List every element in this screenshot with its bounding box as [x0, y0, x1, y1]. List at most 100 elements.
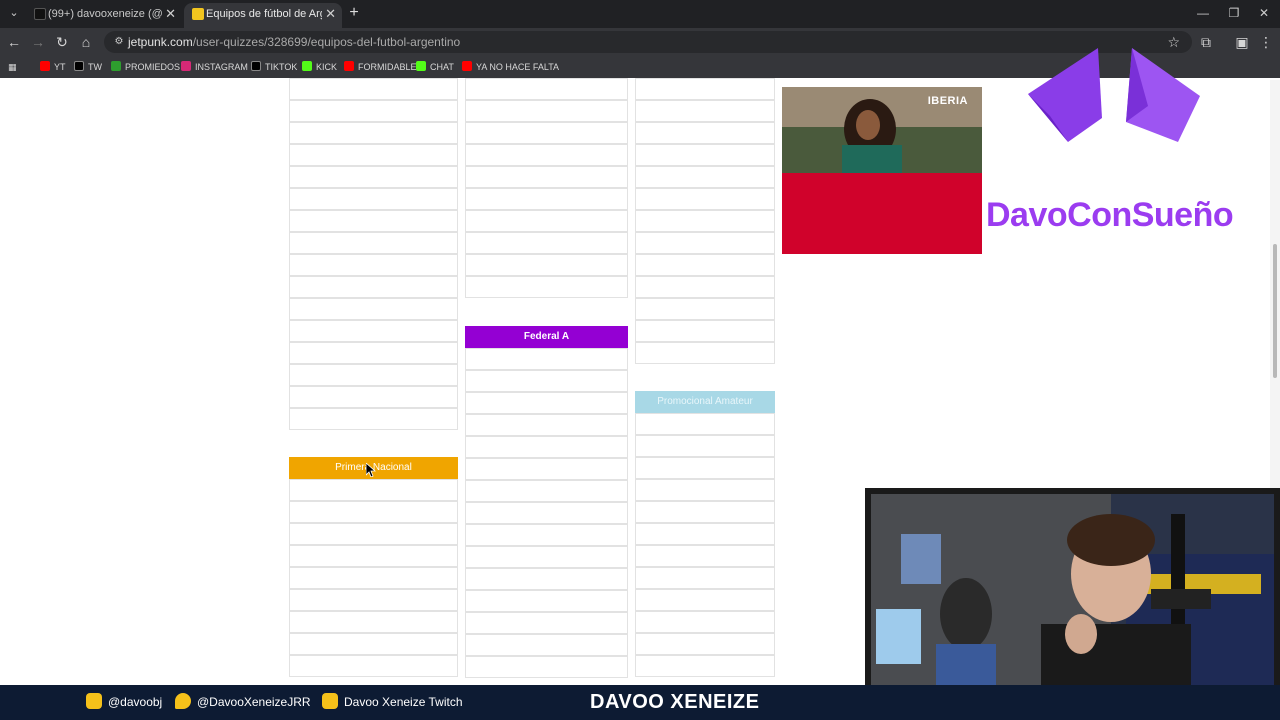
back-button[interactable]: ← — [4, 32, 24, 52]
bookmark-promiedos[interactable]: PROMIEDOS — [111, 59, 180, 75]
tiktok-icon — [251, 61, 261, 71]
answer-slot — [289, 633, 458, 655]
answer-slot — [465, 656, 628, 678]
bookmark-formidable[interactable]: FORMIDABLE — [344, 59, 417, 75]
footer-brand: DAVOO XENEIZE — [590, 691, 760, 713]
answer-slot — [465, 348, 628, 370]
youtube-icon — [40, 61, 50, 71]
answer-slot — [465, 78, 628, 100]
answer-slot — [289, 166, 458, 188]
bookmark-ya-no-hace-falta[interactable]: YA NO HACE FALTA — [462, 59, 559, 75]
answer-slot — [289, 655, 458, 677]
forward-button[interactable]: → — [28, 32, 48, 52]
youtube-icon — [344, 61, 354, 71]
answer-slot — [635, 122, 775, 144]
quiz-column-promocional-amateur — [635, 78, 775, 685]
tab-tiktok[interactable]: (99+) davooxeneize (@davooxeneize) ✕ — [26, 3, 182, 28]
minimize-window-button[interactable]: — — [1188, 3, 1218, 23]
answer-slot — [465, 100, 628, 122]
answer-slot — [635, 254, 775, 276]
new-tab-button[interactable]: + — [346, 4, 362, 22]
answer-slot — [465, 480, 628, 502]
answer-slot — [465, 144, 628, 166]
answer-slot — [289, 78, 458, 100]
reload-button[interactable]: ↻ — [52, 32, 72, 52]
answer-slot — [635, 78, 775, 100]
mouse-cursor-icon — [366, 463, 376, 477]
bookmark-chat[interactable]: CHAT — [416, 59, 454, 75]
answer-slot — [635, 320, 775, 342]
url-text[interactable]: jetpunk.com/user-quizzes/328699/equipos-… — [128, 31, 460, 53]
answer-slot — [289, 545, 458, 567]
answer-slot — [465, 590, 628, 612]
answer-slot — [635, 232, 775, 254]
answer-slot — [289, 589, 458, 611]
footer-instagram: @davoobj — [86, 685, 162, 720]
answer-slot — [465, 210, 628, 232]
answer-slot — [635, 567, 775, 589]
bookmark-instagram[interactable]: INSTAGRAM — [181, 59, 248, 75]
answer-slot — [289, 523, 458, 545]
tab-jetpunk[interactable]: Equipos de fútbol de Argentina ✕ — [184, 3, 342, 28]
answer-slot — [465, 502, 628, 524]
bookmark-kick[interactable]: KICK — [302, 59, 337, 75]
ad-brand: IBERIA — [927, 95, 968, 107]
answer-slot — [289, 567, 458, 589]
answer-slot — [635, 298, 775, 320]
answer-slot — [465, 254, 628, 276]
home-button[interactable]: ⌂ — [76, 32, 96, 52]
jetpunk-favicon-icon — [192, 8, 204, 20]
answer-slot — [635, 523, 775, 545]
tab-search-icon[interactable]: ⌄ — [6, 5, 22, 21]
answer-slot — [635, 479, 775, 501]
tab-title: Equipos de fútbol de Argentina — [206, 8, 322, 20]
scrollbar-thumb[interactable] — [1273, 244, 1277, 378]
answer-slot — [289, 611, 458, 633]
bookmark-yt[interactable]: YT — [40, 59, 66, 75]
site-info-icon[interactable]: ⚙ — [112, 35, 126, 49]
answer-slot — [465, 166, 628, 188]
gem-logo-icon — [1020, 46, 1210, 146]
bookmark-tw[interactable]: TW — [74, 59, 102, 75]
tab-title: (99+) davooxeneize (@davooxeneize) — [48, 8, 162, 20]
answer-slot — [289, 408, 458, 430]
answer-slot — [465, 122, 628, 144]
answer-slot — [635, 100, 775, 122]
youtube-icon — [462, 61, 472, 71]
x-icon — [74, 61, 84, 71]
answer-slot — [289, 276, 458, 298]
answer-slot — [289, 364, 458, 386]
answer-slot — [465, 232, 628, 254]
profile-avatar[interactable]: ▣ — [1232, 32, 1252, 52]
answer-slot — [289, 100, 458, 122]
apps-grid-icon[interactable]: ▦ — [8, 59, 17, 75]
answer-slot — [635, 611, 775, 633]
close-window-button[interactable]: ✕ — [1249, 3, 1279, 23]
iberia-ad[interactable]: IBERIA — [782, 87, 982, 254]
answer-slot — [635, 276, 775, 298]
answer-slot — [289, 122, 458, 144]
close-tab-icon[interactable]: ✕ — [165, 3, 176, 25]
answer-slot — [289, 210, 458, 232]
bookmark-tiktok[interactable]: TIKTOK — [251, 59, 297, 75]
answer-slot — [635, 166, 775, 188]
answer-slot — [465, 188, 628, 210]
answer-slot — [289, 386, 458, 408]
instagram-icon — [181, 61, 191, 71]
answer-slot — [289, 342, 458, 364]
close-tab-icon[interactable]: ✕ — [325, 3, 336, 25]
answer-slot — [289, 144, 458, 166]
answer-slot — [465, 568, 628, 590]
answer-slot — [465, 612, 628, 634]
answer-slot — [635, 545, 775, 567]
restore-window-button[interactable]: ❐ — [1219, 3, 1249, 23]
instagram-icon — [86, 693, 102, 709]
kick-icon — [416, 61, 426, 71]
stream-overlay-title: DavoConSueño — [986, 196, 1234, 234]
answer-slot — [635, 342, 775, 364]
menu-kebab-icon[interactable]: ⋮ — [1256, 32, 1276, 52]
answer-slot — [289, 501, 458, 523]
answer-slot — [635, 655, 775, 677]
answer-slot — [635, 633, 775, 655]
answer-slot — [465, 370, 628, 392]
